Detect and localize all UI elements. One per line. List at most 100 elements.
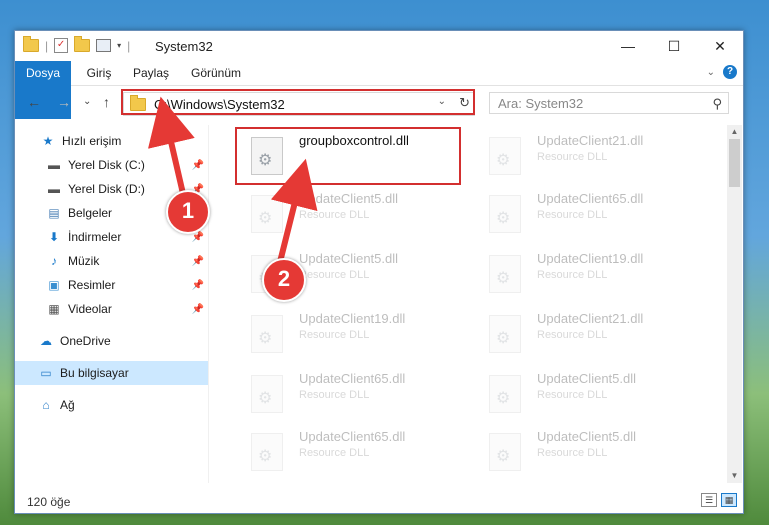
pin-icon[interactable]: 📌	[192, 256, 204, 267]
file-item[interactable]: UpdateClient21.dll Resource DLL	[473, 127, 699, 185]
file-item[interactable]: UpdateClient65.dll Resource DLL	[235, 365, 461, 423]
sidebar-item-disk-c[interactable]: ▬ Yerel Disk (C:) 📌	[15, 153, 208, 177]
pin-icon[interactable]: 📌	[192, 160, 204, 171]
navigation-pane: ★ Hızlı erişim ▬ Yerel Disk (C:) 📌 ▬ Yer…	[15, 125, 208, 483]
dll-file-icon	[251, 433, 283, 471]
search-icon[interactable]: ⚲	[712, 93, 722, 115]
address-highlight-box	[121, 89, 475, 115]
computer-icon: ▭	[40, 366, 52, 380]
customize-dropdown-icon[interactable]: ▾	[117, 41, 121, 50]
file-type: Resource DLL	[537, 329, 608, 341]
dll-file-icon	[489, 255, 521, 293]
sidebar-item-label: Ağ	[60, 398, 75, 412]
properties-check-icon[interactable]: ✓	[54, 38, 69, 53]
ribbon: Dosya Giriş Paylaş Görünüm ⌄ ?	[15, 61, 743, 119]
dll-file-icon	[489, 195, 521, 233]
file-type: Resource DLL	[537, 269, 608, 281]
view-switcher: ☰ ▦	[701, 493, 737, 507]
scroll-up-icon[interactable]: ▲	[727, 125, 742, 139]
window-controls: — ☐ ✕	[605, 31, 743, 61]
details-view-icon[interactable]: ☰	[701, 493, 717, 507]
file-name: UpdateClient65.dll	[537, 191, 644, 206]
explorer-window: | ✓ ▾ | System32 — ☐ ✕ Dosya Giriş Payla…	[14, 30, 744, 514]
file-item[interactable]: UpdateClient19.dll Resource DLL	[235, 305, 461, 363]
file-type: Resource DLL	[537, 389, 608, 401]
up-arrow-icon[interactable]: ↑	[103, 94, 110, 110]
vertical-scrollbar[interactable]: ▲ ▼	[727, 125, 742, 483]
file-item[interactable]: UpdateClient5.dll Resource DLL	[473, 365, 699, 423]
file-item[interactable]: UpdateClient65.dll Resource DLL	[473, 185, 699, 243]
file-name: UpdateClient21.dll	[537, 311, 644, 326]
quick-access-toolbar: | ✓ ▾ |	[23, 36, 131, 53]
sidebar-item-muzik[interactable]: ♪ Müzik 📌	[15, 249, 208, 273]
dll-file-icon	[489, 375, 521, 413]
file-name: UpdateClient5.dll	[537, 429, 637, 444]
file-item[interactable]: UpdateClient21.dll Resource DLL	[473, 305, 699, 363]
pane-divider[interactable]	[208, 125, 209, 483]
tiles-view-icon[interactable]: ▦	[721, 493, 737, 507]
help-icon[interactable]: ?	[723, 65, 737, 79]
sidebar-item-label: Belgeler	[68, 206, 113, 220]
tab-paylas[interactable]: Paylaş	[127, 61, 175, 85]
onedrive-icon: ☁	[40, 334, 52, 348]
sidebar-item-label: OneDrive	[60, 334, 111, 348]
file-name: UpdateClient5.dll	[537, 371, 637, 386]
close-button[interactable]: ✕	[697, 31, 743, 61]
folder-icon	[23, 36, 39, 52]
item-count: 120 öğe	[27, 495, 71, 509]
sidebar-item-label: Hızlı erişim	[62, 134, 122, 148]
sidebar-item-network[interactable]: ⌂ Ağ	[15, 393, 208, 417]
drive-icon: ▬	[48, 158, 60, 172]
sidebar-item-label: Müzik	[68, 254, 100, 268]
sidebar-item-label: Videolar	[68, 302, 112, 316]
pin-icon[interactable]: 📌	[192, 304, 204, 315]
sidebar-item-label: Yerel Disk (D:)	[68, 182, 145, 196]
navigation-bar: ← → ⌄ ↑ C:\Windows\System32 ⌄ ↻ Ara: Sys…	[15, 86, 743, 120]
file-name: UpdateClient5.dll	[299, 251, 399, 266]
toolbar-separator: |	[127, 38, 131, 53]
sidebar-item-label: Resimler	[68, 278, 116, 292]
scroll-thumb[interactable]	[729, 139, 740, 187]
download-icon: ⬇	[48, 230, 60, 244]
file-type: Resource DLL	[299, 447, 370, 459]
search-placeholder: Ara: System32	[498, 96, 584, 111]
file-name: UpdateClient19.dll	[299, 311, 406, 326]
sidebar-item-this-pc[interactable]: ▭ Bu bilgisayar	[15, 361, 208, 385]
file-name: UpdateClient19.dll	[537, 251, 644, 266]
file-highlight-box	[235, 127, 461, 185]
sidebar-item-label: İndirmeler	[68, 230, 122, 244]
file-item[interactable]: UpdateClient65.dll Resource DLL	[235, 423, 461, 481]
new-folder-icon[interactable]	[74, 36, 91, 52]
file-item[interactable]: UpdateClient5.dll Resource DLL	[473, 423, 699, 481]
file-name: UpdateClient65.dll	[299, 371, 406, 386]
sidebar-item-videolar[interactable]: ▦ Videolar 📌	[15, 297, 208, 321]
tab-giris[interactable]: Giriş	[79, 61, 119, 85]
recent-locations-icon[interactable]: ⌄	[83, 96, 91, 107]
star-icon: ★	[42, 134, 54, 148]
minimize-button[interactable]: —	[605, 31, 651, 61]
window-title: System32	[155, 39, 213, 54]
sidebar-item-quick-access[interactable]: ★ Hızlı erişim	[15, 129, 208, 153]
sidebar-item-resimler[interactable]: ▣ Resimler 📌	[15, 273, 208, 297]
pin-icon[interactable]: 📌	[192, 280, 204, 291]
back-arrow-icon[interactable]: ←	[27, 94, 41, 110]
file-name: UpdateClient21.dll	[537, 133, 644, 148]
search-input[interactable]: Ara: System32 ⚲	[489, 92, 729, 114]
step-badge-1: 1	[166, 190, 210, 234]
expand-ribbon-icon[interactable]: ⌄	[707, 67, 715, 78]
file-item[interactable]: UpdateClient19.dll Resource DLL	[473, 245, 699, 303]
dll-file-icon	[251, 315, 283, 353]
sidebar-item-onedrive[interactable]: ☁ OneDrive	[15, 329, 208, 353]
documents-icon: ▤	[48, 206, 60, 220]
file-item[interactable]: UpdateClient5.dll Resource DLL	[235, 185, 461, 243]
sidebar-item-label: Yerel Disk (C:)	[68, 158, 145, 172]
ribbon-right-controls: ⌄ ?	[707, 65, 737, 79]
status-bar: 120 öğe ☰ ▦	[15, 489, 743, 513]
pictures-icon: ▣	[48, 278, 60, 292]
maximize-button[interactable]: ☐	[651, 31, 697, 61]
toolbar-separator: |	[45, 38, 49, 53]
tab-gorunum[interactable]: Görünüm	[185, 61, 247, 85]
properties-icon[interactable]	[96, 39, 112, 52]
scroll-down-icon[interactable]: ▼	[727, 469, 742, 483]
forward-arrow-icon[interactable]: →	[57, 94, 71, 110]
